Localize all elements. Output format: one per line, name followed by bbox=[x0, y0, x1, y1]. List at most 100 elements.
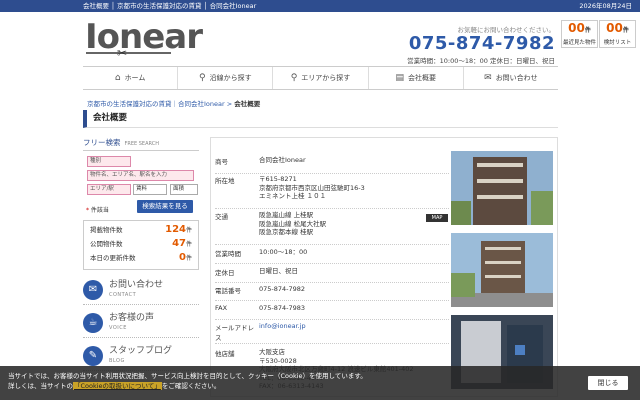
chat-icon: ☕ bbox=[83, 312, 103, 333]
main-nav: ⌂ ホーム ⚲ 沿線から探す ⚲ エリアから探す ▤ 会社概要 ✉ お問い合わせ bbox=[83, 66, 558, 90]
keyword-input[interactable]: 物件名、エリア名、駅名を入力 bbox=[87, 170, 194, 181]
consider-count: 00 bbox=[606, 21, 623, 35]
nav-company-label: 会社概要 bbox=[407, 74, 436, 82]
side-contact-title: お問い合わせ bbox=[109, 279, 164, 290]
info-row: 定休日 日曜日、祝日 bbox=[215, 267, 449, 283]
cookie-line1: 当サイトでは、お客様の当サイト利用状況把握、サービス向上検討を目的として、クッキ… bbox=[8, 372, 367, 380]
info-row: 営業時間 10:00〜18：00 bbox=[215, 248, 449, 264]
breadcrumb-sep: > bbox=[226, 100, 233, 108]
stat-unit: 件 bbox=[185, 241, 192, 248]
current-date: 2026年08月24日 bbox=[579, 2, 632, 10]
search-title: フリー検索 FREE SEARCH bbox=[83, 137, 199, 151]
info-value: 日曜日、祝日 bbox=[259, 267, 298, 275]
nav-line-label: 沿線から探す bbox=[209, 74, 252, 82]
home-icon: ⌂ bbox=[114, 73, 121, 83]
phone-number[interactable]: 075-874-7982 bbox=[400, 34, 555, 54]
page-title: 会社概要 bbox=[83, 110, 558, 128]
cookie-post: をご確認ください。 bbox=[161, 382, 221, 390]
type-select[interactable]: 種別 bbox=[87, 156, 131, 167]
nav-line-search[interactable]: ⚲ 沿線から探す bbox=[178, 67, 274, 89]
recent-count: 00 bbox=[568, 21, 585, 35]
info-row: 電話番号 075-874-7982 bbox=[215, 285, 449, 301]
info-value: 〒615-8271 京都府京都市西京区山田弦馳町16-3 エミネント上桂 １０１ bbox=[259, 175, 365, 200]
mail-icon: ✉ bbox=[484, 73, 492, 83]
cookie-policy-link[interactable]: 「Cookieの取扱いについて」 bbox=[73, 382, 162, 390]
cookie-line2: 詳しくは、当サイトの「Cookieの取扱いについて」をご確認ください。 bbox=[8, 381, 632, 391]
mail-icon: ✉ bbox=[83, 279, 103, 300]
breadcrumb: 京都市の生活保護対応の賃貸｜合同会社Ionear > 会社概要 bbox=[87, 98, 260, 108]
info-row: FAX 075-874-7983 bbox=[215, 304, 449, 320]
search-icon: ⚲ bbox=[290, 73, 298, 83]
info-key: FAX bbox=[215, 304, 228, 312]
cookie-pre: 詳しくは、当サイトの bbox=[8, 382, 73, 390]
stat-value: 47 bbox=[172, 238, 186, 249]
side-voice-link[interactable]: ☕ お客様の声 VOICE bbox=[83, 308, 199, 338]
info-value: 075-874-7983 bbox=[259, 304, 306, 312]
email-link[interactable]: info@ionear.jp bbox=[259, 322, 449, 331]
info-key: 所在地 bbox=[215, 177, 235, 185]
tools-icon: ✂ bbox=[117, 46, 128, 60]
search-title-text: フリー検索 bbox=[83, 138, 121, 147]
building-photo-2 bbox=[451, 233, 553, 307]
search-icon: ⚲ bbox=[199, 73, 206, 83]
breadcrumb-current: 会社概要 bbox=[234, 100, 261, 108]
side-voice-sub: VOICE bbox=[109, 324, 127, 331]
recent-unit: 件 bbox=[584, 27, 591, 34]
business-hours: 営業時間：10:00〜18：00 定休日：日曜日、祝日 bbox=[407, 57, 555, 65]
stat-label: 公開物件数 bbox=[90, 240, 123, 248]
rent-select[interactable]: 賃料 bbox=[133, 184, 167, 195]
cookie-banner: 当サイトでは、お客様の当サイト利用状況把握、サービス向上検討を目的として、クッキ… bbox=[0, 366, 640, 400]
info-row: 商号 合同会社Ionear bbox=[215, 156, 449, 174]
info-key: 定休日 bbox=[215, 269, 235, 277]
info-key: 交通 bbox=[215, 213, 228, 221]
stat-unit: 件 bbox=[185, 227, 192, 234]
top-bar: 会社概要 │ 京都市の生活保護対応の賃貸 │ 合同会社Ionear 2026年0… bbox=[0, 0, 640, 12]
info-key: メールアドレス bbox=[215, 324, 254, 342]
logo-underline bbox=[86, 52, 171, 54]
side-contact-sub: CONTACT bbox=[109, 291, 137, 298]
search-results-button[interactable]: 検索結果を見る bbox=[137, 200, 193, 213]
stat-row: 本日の更新件数 0件 bbox=[90, 252, 192, 266]
stat-row: 掲載物件数 124件 bbox=[90, 224, 192, 238]
info-row: 所在地 〒615-8271 京都府京都市西京区山田弦馳町16-3 エミネント上桂 … bbox=[215, 175, 449, 222]
nav-contact-label: お問い合わせ bbox=[495, 74, 538, 82]
breadcrumb-link[interactable]: 京都市の生活保護対応の賃貸｜合同会社Ionear bbox=[87, 100, 225, 108]
site-logo[interactable]: Ionear bbox=[85, 17, 203, 57]
side-voice-title: お客様の声 bbox=[109, 312, 155, 323]
match-label: 件該当 bbox=[90, 207, 109, 214]
cookie-close-button[interactable]: 閉じる bbox=[588, 376, 628, 390]
stat-label: 掲載物件数 bbox=[90, 226, 123, 234]
search-title-en: FREE SEARCH bbox=[124, 141, 160, 147]
info-value: 075-874-7982 bbox=[259, 285, 306, 293]
area-station-select[interactable]: エリア/駅 bbox=[87, 184, 131, 195]
stat-value: 0 bbox=[179, 252, 186, 263]
info-value: 阪急嵐山線 上桂駅 阪急嵐山線 松尾大社駅 阪急京都本線 桂駅 bbox=[259, 211, 327, 236]
info-key: 他店舗 bbox=[215, 350, 235, 358]
top-links[interactable]: 会社概要 │ 京都市の生活保護対応の賃貸 │ 合同会社Ionear bbox=[83, 2, 256, 10]
recent-label: 最近見た物件 bbox=[562, 40, 596, 46]
stat-value: 124 bbox=[165, 224, 186, 235]
building-icon: ▤ bbox=[395, 73, 404, 83]
recently-viewed-button[interactable]: 00件 最近見た物件 bbox=[561, 20, 598, 48]
stat-label: 本日の更新件数 bbox=[90, 254, 136, 262]
consider-label: 検討リスト bbox=[603, 40, 632, 46]
nav-area-search[interactable]: ⚲ エリアから探す bbox=[273, 67, 369, 89]
info-row: 交通 阪急嵐山線 上桂駅 阪急嵐山線 松尾大社駅 阪急京都本線 桂駅 bbox=[215, 211, 449, 245]
nav-contact[interactable]: ✉ お問い合わせ bbox=[464, 67, 558, 89]
stat-unit: 件 bbox=[185, 255, 192, 262]
info-key: 電話番号 bbox=[215, 287, 241, 295]
info-row: メールアドレス info@ionear.jp bbox=[215, 322, 449, 344]
building-photo-1 bbox=[451, 151, 553, 225]
stats-box: 掲載物件数 124件 公開物件数 47件 本日の更新件数 0件 bbox=[83, 220, 199, 270]
info-key: 営業時間 bbox=[215, 250, 241, 258]
consideration-list-button[interactable]: 00件 検討リスト bbox=[599, 20, 636, 48]
area-size-select[interactable]: 面積 bbox=[170, 184, 198, 195]
stat-row: 公開物件数 47件 bbox=[90, 238, 192, 252]
consider-unit: 件 bbox=[622, 27, 629, 34]
side-blog-sub: BLOG bbox=[109, 357, 125, 364]
nav-company[interactable]: ▤ 会社概要 bbox=[369, 67, 464, 89]
side-contact-link[interactable]: ✉ お問い合わせ CONTACT bbox=[83, 275, 199, 305]
blog-icon: ✎ bbox=[83, 345, 103, 366]
required-mark: * bbox=[86, 207, 89, 214]
nav-home[interactable]: ⌂ ホーム bbox=[83, 67, 179, 89]
